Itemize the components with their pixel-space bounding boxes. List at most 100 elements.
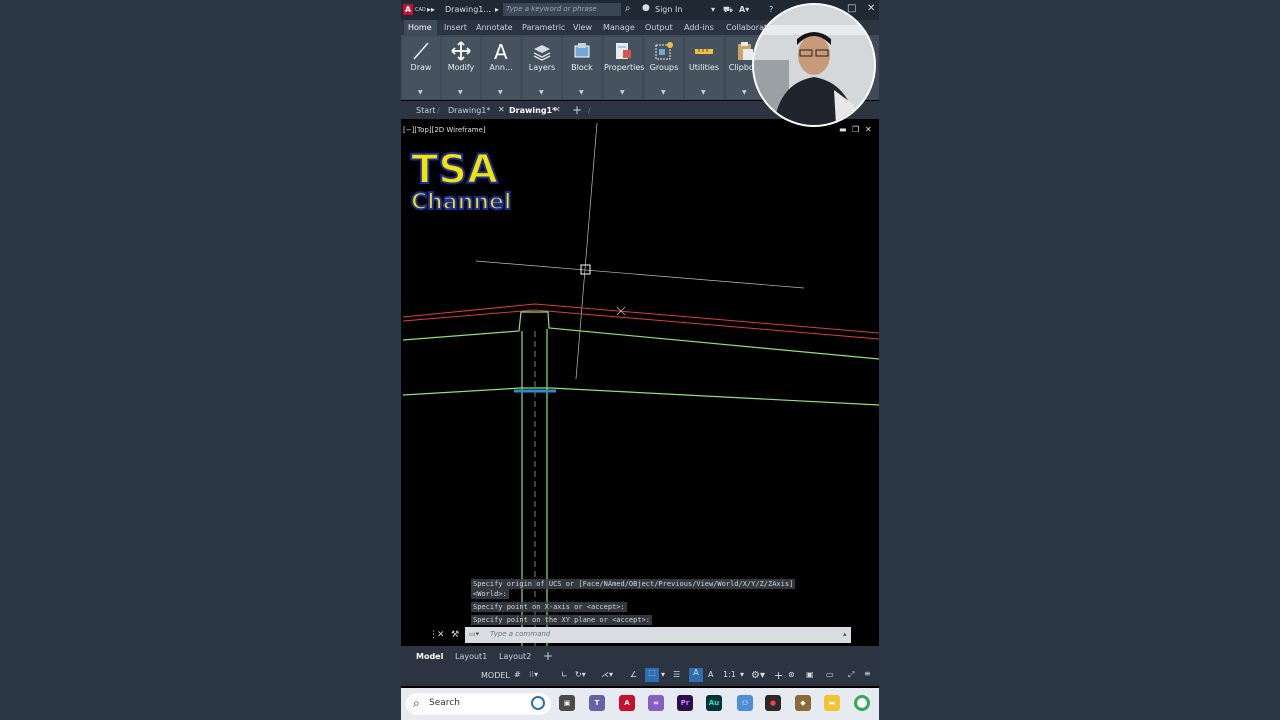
chevron-down-icon: ▼: [579, 89, 584, 96]
document-title: Drawing1...: [445, 5, 491, 14]
block-icon: [574, 43, 590, 58]
taskbar-search[interactable]: ⌕ Search: [406, 693, 551, 715]
teams-icon[interactable]: T: [589, 695, 605, 711]
hardware-acceleration-icon[interactable]: ▣: [806, 670, 814, 679]
autodesk-icon[interactable]: A▾: [739, 5, 749, 14]
new-tab-icon[interactable]: +: [572, 103, 582, 117]
command-input[interactable]: Type a command: [490, 630, 550, 638]
panel-modify[interactable]: Modify ▼: [442, 37, 480, 99]
panel-block[interactable]: Block ▼: [563, 37, 601, 99]
tab-output[interactable]: Output: [645, 23, 673, 32]
network-icon[interactable]: ⚇: [737, 695, 753, 711]
visual-studio-icon[interactable]: ∞: [648, 695, 664, 711]
osnap-icon[interactable]: ⋌▾: [601, 670, 613, 679]
task-view-icon[interactable]: ▣: [559, 695, 575, 711]
cursor-y-line: [575, 122, 598, 380]
selection-cycling-icon[interactable]: ⬚: [645, 668, 659, 682]
panel-properties[interactable]: Properties ▼: [604, 37, 644, 99]
app-logo[interactable]: A: [403, 4, 413, 15]
search-icon[interactable]: ⌕: [625, 3, 631, 14]
svg-text:A: A: [494, 41, 508, 61]
close-icon[interactable]: ✕: [867, 3, 875, 14]
tab-view[interactable]: View: [573, 23, 592, 32]
chevron-down-icon[interactable]: ▾: [740, 670, 744, 679]
chevron-down-icon: ▼: [458, 89, 463, 96]
panel-utilities[interactable]: Utilities ▼: [685, 37, 723, 99]
webcam-overlay: [752, 3, 876, 127]
chevron-down-icon[interactable]: ▾: [661, 670, 665, 679]
tab-layout2[interactable]: Layout2: [499, 652, 531, 661]
plus-icon[interactable]: +: [774, 669, 783, 682]
close-icon[interactable]: ✕: [498, 105, 505, 114]
user-icon[interactable]: ●: [642, 3, 650, 13]
panel-utilities-label: Utilities: [688, 63, 720, 72]
command-prompt-icon[interactable]: ▭▾: [469, 630, 479, 638]
autocad-taskbar-icon[interactable]: A: [619, 695, 635, 711]
quick-access-icon[interactable]: ▸▸: [427, 5, 435, 14]
app-logo-sub: CAD: [415, 7, 426, 13]
sign-in-button[interactable]: Sign In: [655, 5, 682, 14]
drawing-canvas[interactable]: [−][Top][2D Wireframe] ▬ ❐ ✕ TSA Channel: [401, 121, 879, 646]
annotation-autoscale-icon[interactable]: A: [708, 670, 713, 679]
maximize-icon[interactable]: □: [847, 3, 856, 14]
tab-layout1[interactable]: Layout1: [455, 652, 487, 661]
move-icon: [451, 41, 471, 61]
chrome-icon[interactable]: [854, 695, 870, 711]
command-history-line: Specify origin of UCS or [Face/NAmed/OBj…: [471, 579, 796, 589]
tab-home[interactable]: Home: [408, 23, 432, 32]
groups-icon: [655, 42, 673, 60]
command-history-line: Specify point on X-axis or <accept>:: [471, 602, 627, 612]
snap-icon[interactable]: ⁝⁝▾: [529, 670, 538, 679]
gear-icon[interactable]: ⚙▾: [751, 670, 765, 681]
chevron-down-icon[interactable]: ▾: [711, 5, 715, 14]
tab-drawing1-b[interactable]: Drawing1*: [509, 106, 556, 115]
grid-icon[interactable]: #: [514, 670, 521, 679]
recorder-icon[interactable]: ●: [765, 695, 781, 711]
new-layout-icon[interactable]: +: [543, 649, 553, 663]
search-icon: ⌕: [413, 696, 420, 710]
chevron-right-icon: ▸: [495, 5, 500, 14]
chevron-down-icon: ▼: [498, 89, 503, 96]
lineweight-icon[interactable]: ☰: [673, 670, 680, 679]
search-input[interactable]: Type a keyword or phrase: [503, 3, 621, 16]
tab-annotate[interactable]: Annotate: [476, 23, 513, 32]
chevron-up-icon[interactable]: ▴: [843, 630, 847, 638]
panel-draw[interactable]: Draw ▼: [402, 37, 440, 99]
ortho-icon[interactable]: ∟: [561, 670, 568, 679]
cart-icon[interactable]: ⛟: [723, 5, 733, 15]
polar-icon[interactable]: ↻▾: [575, 670, 586, 679]
tab-insert[interactable]: Insert: [444, 23, 467, 32]
tab-model[interactable]: Model: [416, 652, 443, 661]
panel-layers[interactable]: Layers ▼: [523, 37, 561, 99]
model-space-toggle[interactable]: MODEL: [481, 671, 510, 680]
clean-screen-icon[interactable]: ▭: [826, 670, 834, 679]
close-icon[interactable]: ✕: [554, 105, 561, 114]
annotation-scale[interactable]: 1:1: [723, 670, 736, 679]
file-explorer-icon[interactable]: ▬: [824, 695, 840, 711]
tab-add-ins[interactable]: Add-ins: [684, 23, 714, 32]
audition-icon[interactable]: Au: [706, 695, 722, 711]
premiere-icon[interactable]: Pr: [677, 695, 693, 711]
customization-menu-icon[interactable]: ≡: [864, 669, 871, 678]
help-icon[interactable]: ?: [769, 5, 773, 14]
close-icon[interactable]: ✕: [437, 630, 445, 640]
tab-drawing1-a[interactable]: Drawing1*: [448, 106, 490, 115]
fullscreen-icon[interactable]: ⤢: [848, 670, 854, 680]
app-icon[interactable]: ◆: [795, 695, 811, 711]
angle-icon[interactable]: ∠: [630, 670, 637, 679]
tab-parametric[interactable]: Parametric: [522, 23, 565, 32]
chevron-down-icon: ▼: [539, 89, 544, 96]
properties-icon: [616, 43, 631, 59]
chevron-down-icon: ▼: [742, 89, 747, 96]
panel-groups[interactable]: Groups ▼: [645, 37, 683, 99]
windows-taskbar: ⌕ Search ▣ T A ∞ Pr Au ⚇ ● ◆ ▬: [401, 688, 879, 720]
line-icon: [413, 42, 429, 60]
chevron-down-icon: ▼: [418, 89, 423, 96]
wrench-icon[interactable]: ⚒: [451, 630, 459, 640]
tab-start[interactable]: Start: [416, 106, 436, 115]
annotation-visibility-icon[interactable]: A: [689, 668, 703, 682]
measure-icon: [695, 49, 713, 54]
tab-manage[interactable]: Manage: [603, 23, 635, 32]
panel-annotation[interactable]: A Ann... ▼: [482, 37, 520, 99]
isolate-icon[interactable]: ⊛: [788, 670, 795, 679]
